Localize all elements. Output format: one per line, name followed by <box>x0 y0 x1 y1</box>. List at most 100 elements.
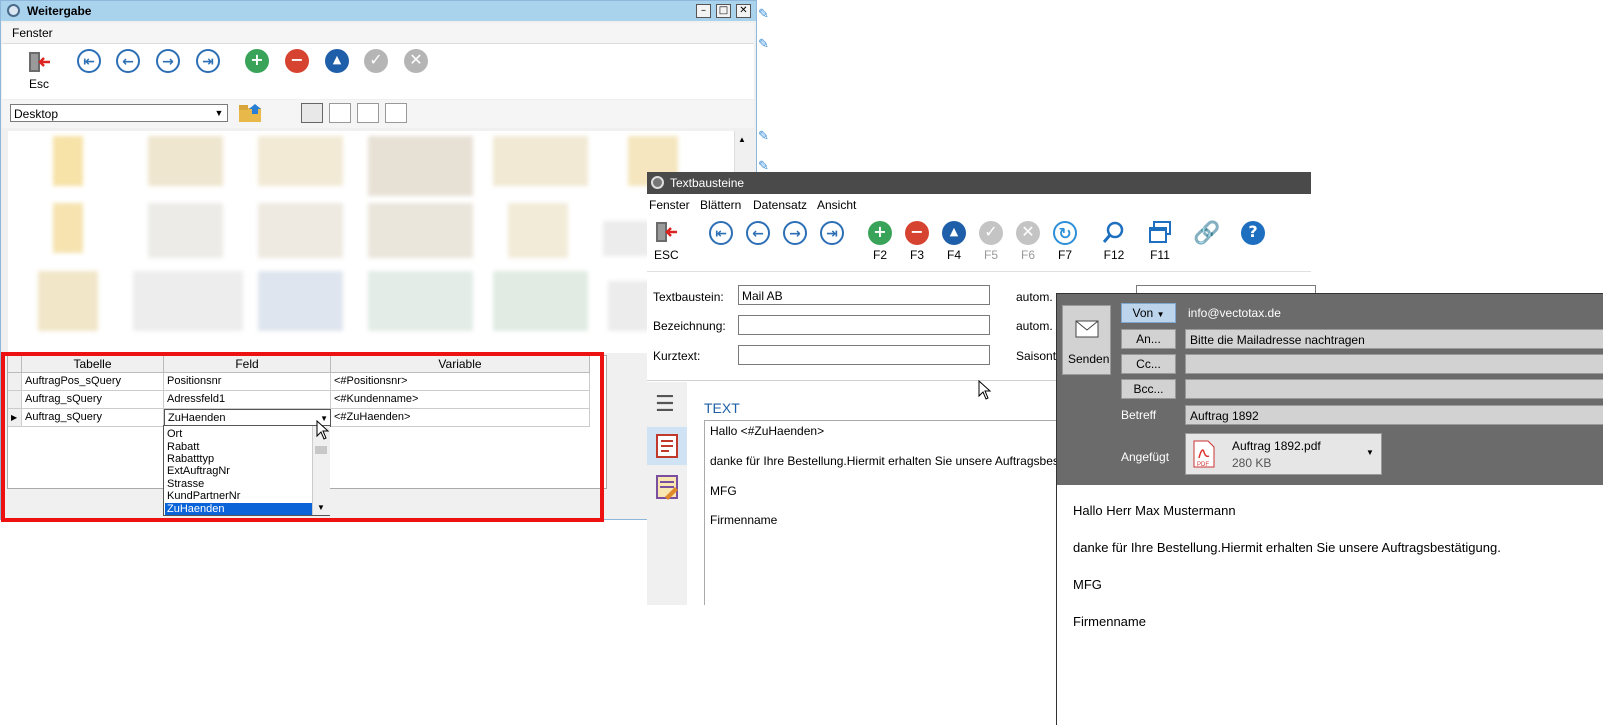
subject-field[interactable]: Auftrag 1892 <box>1185 405 1603 425</box>
file-item[interactable] <box>38 271 98 331</box>
attachment-item[interactable]: PDF Auftrag 1892.pdf 280 KB ▼ <box>1185 433 1382 475</box>
title-bar[interactable]: Weitergabe – □ ✕ <box>1 1 756 21</box>
highlight-frame <box>1 352 604 522</box>
tab-notes[interactable] <box>647 470 687 508</box>
prev-record-icon[interactable]: ← <box>116 49 140 73</box>
kurztext-input[interactable] <box>738 345 990 365</box>
first-record-icon[interactable]: ⇤ <box>709 221 733 245</box>
esc-button[interactable] <box>653 220 679 249</box>
to-field[interactable]: Bitte die Mailadresse nachtragen <box>1185 329 1603 349</box>
cancel-icon[interactable]: ✕ <box>1016 221 1040 245</box>
menu-datensatz[interactable]: Datensatz <box>753 198 807 212</box>
title-bar[interactable]: Textbausteine <box>647 172 1311 194</box>
view-details-icon[interactable] <box>385 103 407 123</box>
file-item[interactable] <box>53 136 83 186</box>
refresh-icon[interactable]: ↻ <box>1053 221 1077 245</box>
cc-field[interactable] <box>1185 354 1603 374</box>
next-record-icon[interactable]: → <box>156 49 180 73</box>
delete-icon[interactable]: − <box>285 49 309 73</box>
from-button[interactable]: Von ▼ <box>1121 303 1176 323</box>
document-icon <box>656 434 678 458</box>
bezeichnung-input[interactable] <box>738 315 990 335</box>
file-browser[interactable] <box>8 131 738 353</box>
f7-label: F7 <box>1057 248 1072 262</box>
file-item[interactable] <box>508 203 568 258</box>
file-item[interactable] <box>603 221 653 256</box>
file-item[interactable] <box>368 271 473 331</box>
file-item[interactable] <box>148 203 223 258</box>
window-list-icon[interactable] <box>1147 220 1173 249</box>
pin-icon: ✎ <box>758 128 769 143</box>
tab-text[interactable] <box>647 427 687 465</box>
delete-icon[interactable]: − <box>905 221 929 245</box>
text-line: Firmenname <box>710 513 778 527</box>
confirm-icon[interactable]: ✓ <box>364 49 388 73</box>
from-label: Von <box>1132 306 1154 320</box>
kurztext-label: Kurztext: <box>653 349 701 363</box>
file-item[interactable] <box>493 136 588 186</box>
path-bar: Desktop ▼ <box>2 100 754 128</box>
app-logo-icon <box>651 176 664 189</box>
file-item[interactable] <box>258 136 343 186</box>
file-item[interactable] <box>493 271 588 331</box>
scroll-up-icon[interactable]: ▲ <box>738 135 746 144</box>
help-icon[interactable]: ? <box>1241 221 1265 245</box>
file-item[interactable] <box>258 203 343 258</box>
body-line: MFG <box>1073 577 1102 592</box>
view-large-icons-icon[interactable] <box>301 103 323 123</box>
f5-label: F5 <box>983 248 998 262</box>
toolbar: ESC ⇤ ← → ⇥ + F2 − F3 ▲ F4 ✓ F5 ✕ F6 ↻ F… <box>647 215 1311 272</box>
prev-record-icon[interactable]: ← <box>746 221 770 245</box>
view-small-icons-icon[interactable] <box>329 103 351 123</box>
view-list-icon[interactable] <box>357 103 379 123</box>
add-icon[interactable]: + <box>245 49 269 73</box>
file-item[interactable] <box>258 271 343 331</box>
textbaustein-input[interactable]: Mail AB <box>738 285 990 305</box>
close-icon[interactable]: ✕ <box>736 4 751 18</box>
send-button[interactable]: Senden <box>1062 305 1111 375</box>
to-button[interactable]: An... <box>1121 329 1176 349</box>
subject-value: Auftrag 1892 <box>1190 409 1259 423</box>
last-record-icon[interactable]: ⇥ <box>196 49 220 73</box>
from-value: info@vectotax.de <box>1188 306 1281 320</box>
menu-blaettern[interactable]: Blättern <box>700 198 741 212</box>
autom-label-2: autom. <box>1016 319 1053 333</box>
search-icon[interactable] <box>1101 220 1127 249</box>
mail-body[interactable]: Hallo Herr Max Mustermann danke für Ihre… <box>1056 485 1603 725</box>
esc-button[interactable] <box>26 50 52 76</box>
cancel-icon[interactable]: ✕ <box>404 49 428 73</box>
file-item[interactable] <box>133 271 243 331</box>
confirm-icon[interactable]: ✓ <box>979 221 1003 245</box>
cc-button[interactable]: Cc... <box>1121 354 1176 374</box>
file-item[interactable] <box>368 203 473 258</box>
path-combo[interactable]: Desktop ▼ <box>10 104 228 122</box>
maximize-icon[interactable]: □ <box>716 4 731 18</box>
textbaustein-label: Textbaustein: <box>653 290 724 304</box>
next-record-icon[interactable]: → <box>783 221 807 245</box>
add-icon[interactable]: + <box>868 221 892 245</box>
minimize-icon[interactable]: – <box>696 4 711 18</box>
f3-label: F3 <box>909 248 924 262</box>
first-record-icon[interactable]: ⇤ <box>77 49 101 73</box>
file-item[interactable] <box>53 203 83 253</box>
file-item[interactable] <box>148 136 223 186</box>
menu-lines-icon[interactable]: ☰ <box>655 392 675 417</box>
f2-label: F2 <box>872 248 887 262</box>
folder-up-icon[interactable] <box>238 102 264 127</box>
mouse-cursor-icon <box>978 379 992 403</box>
up-icon[interactable]: ▲ <box>942 221 966 245</box>
up-icon[interactable]: ▲ <box>325 49 349 73</box>
link-icon[interactable]: 🔗 <box>1193 221 1220 246</box>
bcc-field[interactable] <box>1185 379 1603 399</box>
bcc-button[interactable]: Bcc... <box>1121 379 1176 399</box>
menu-ansicht[interactable]: Ansicht <box>817 198 856 212</box>
menu-fenster[interactable]: Fenster <box>649 198 690 212</box>
menu-fenster[interactable]: Fenster <box>12 26 53 40</box>
text-line: danke für Ihre Bestellung.Hiermit erhalt… <box>710 454 1073 468</box>
f11-label: F11 <box>1150 248 1170 262</box>
chevron-down-icon[interactable]: ▼ <box>1366 448 1374 457</box>
file-item[interactable] <box>368 136 473 196</box>
attached-label: Angefügt <box>1121 450 1170 464</box>
menu-bar: Fenster <box>2 23 754 44</box>
last-record-icon[interactable]: ⇥ <box>820 221 844 245</box>
